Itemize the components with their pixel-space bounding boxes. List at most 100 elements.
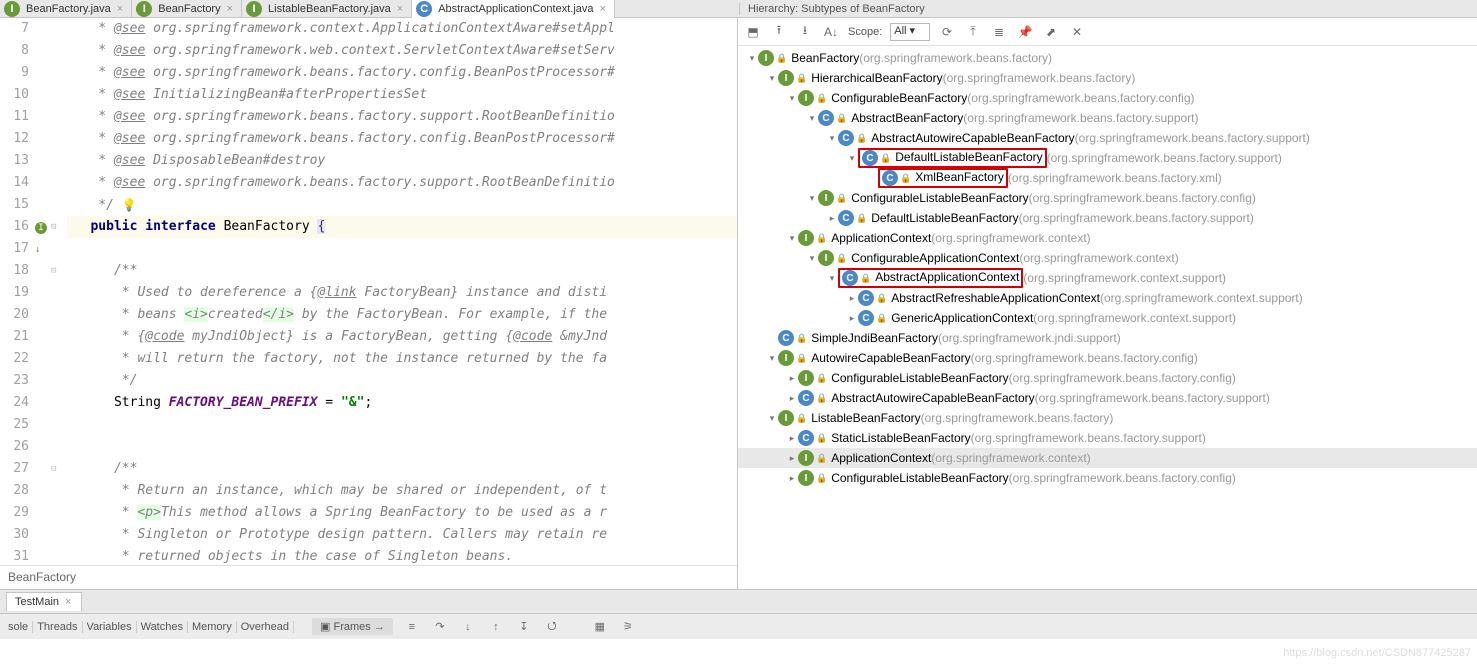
settings-icon[interactable]: ⚞ bbox=[619, 618, 637, 636]
bottom-tab-testmain[interactable]: TestMain× bbox=[6, 592, 82, 611]
tree-twisty-icon[interactable]: ▾ bbox=[786, 93, 798, 104]
tree-twisty-icon[interactable]: ▾ bbox=[766, 73, 778, 84]
tree-twisty-icon[interactable]: ▸ bbox=[786, 453, 798, 464]
editor-tab[interactable]: IListableBeanFactory.java× bbox=[242, 0, 412, 18]
tree-node[interactable]: ▾C🔒AbstractApplicationContext (org.sprin… bbox=[738, 268, 1477, 288]
tree-node[interactable]: ▸I🔒ConfigurableListableBeanFactory (org.… bbox=[738, 468, 1477, 488]
tree-twisty-icon[interactable]: ▾ bbox=[826, 133, 838, 144]
run-to-cursor-icon[interactable]: ↧ bbox=[515, 618, 533, 636]
editor-tab[interactable]: CAbstractApplicationContext.java× bbox=[412, 0, 615, 18]
autoscroll-icon[interactable]: ⤒ bbox=[964, 23, 982, 41]
interface-icon: I bbox=[758, 50, 774, 66]
interface-icon: I bbox=[778, 350, 794, 366]
tree-node[interactable]: C🔒SimpleJndiBeanFactory (org.springframe… bbox=[738, 328, 1477, 348]
external-icon[interactable]: ⬈ bbox=[1042, 23, 1060, 41]
interface-icon: I bbox=[798, 470, 814, 486]
lock-icon: 🔒 bbox=[796, 333, 807, 344]
step-out-icon[interactable]: ↑ bbox=[487, 618, 505, 636]
tree-twisty-icon[interactable]: ▾ bbox=[806, 193, 818, 204]
hierarchy-supertypes-icon[interactable]: ⭱ bbox=[770, 23, 788, 41]
hierarchy-tree[interactable]: ▾I🔒BeanFactory (org.springframework.bean… bbox=[738, 46, 1477, 589]
code-editor[interactable]: 7891011121314151617181920212223242526272… bbox=[0, 18, 737, 565]
intention-bulb-icon[interactable]: 💡 bbox=[122, 198, 137, 212]
editor-tab[interactable]: IBeanFactory× bbox=[132, 0, 242, 18]
tree-twisty-icon[interactable]: ▾ bbox=[846, 153, 858, 164]
close-icon[interactable]: × bbox=[225, 3, 235, 15]
pin-icon[interactable]: 📌 bbox=[1016, 23, 1034, 41]
close-icon[interactable]: ✕ bbox=[1068, 23, 1086, 41]
class-icon: C bbox=[842, 270, 858, 286]
lock-icon: 🔒 bbox=[816, 433, 827, 444]
tree-node[interactable]: ▾I🔒ListableBeanFactory (org.springframew… bbox=[738, 408, 1477, 428]
close-icon[interactable]: × bbox=[395, 3, 405, 15]
lock-icon: 🔒 bbox=[796, 353, 807, 364]
debug-filter-icon[interactable]: ≡ bbox=[403, 618, 421, 636]
debug-subtab[interactable]: Overhead bbox=[237, 621, 294, 633]
tree-node[interactable]: ▾I🔒HierarchicalBeanFactory (org.springfr… bbox=[738, 68, 1477, 88]
scope-select[interactable]: All ▾ bbox=[890, 23, 930, 41]
tree-twisty-icon[interactable]: ▸ bbox=[846, 293, 858, 304]
debug-subtab[interactable]: Memory bbox=[188, 621, 237, 633]
tree-node[interactable]: ▸I🔒ApplicationContext (org.springframewo… bbox=[738, 448, 1477, 468]
refresh-icon[interactable]: ⟳ bbox=[938, 23, 956, 41]
tree-twisty-icon[interactable]: ▸ bbox=[786, 393, 798, 404]
tree-node[interactable]: ▸C🔒StaticListableBeanFactory (org.spring… bbox=[738, 428, 1477, 448]
tree-twisty-icon[interactable]: ▸ bbox=[786, 373, 798, 384]
tree-twisty-icon[interactable]: ▸ bbox=[846, 313, 858, 324]
class-icon: C bbox=[882, 170, 898, 186]
lock-icon: 🔒 bbox=[776, 53, 787, 64]
lock-icon: 🔒 bbox=[796, 73, 807, 84]
debug-controls: ▣ Frames → ≡ ↷ ↓ ↑ ↧ ⭯ ▦ ⚞ bbox=[306, 618, 643, 636]
tree-twisty-icon[interactable]: ▾ bbox=[746, 53, 758, 64]
tree-node[interactable]: ▸C🔒DefaultListableBeanFactory (org.sprin… bbox=[738, 208, 1477, 228]
tree-twisty-icon[interactable]: ▾ bbox=[786, 233, 798, 244]
tree-twisty-icon[interactable]: ▸ bbox=[826, 213, 838, 224]
tree-node[interactable]: ▸I🔒ConfigurableListableBeanFactory (org.… bbox=[738, 368, 1477, 388]
hierarchy-class-icon[interactable]: ⬒ bbox=[744, 23, 762, 41]
code-editor-pane: 7891011121314151617181920212223242526272… bbox=[0, 18, 738, 589]
tree-node[interactable]: ▾C🔒AbstractAutowireCapableBeanFactory (o… bbox=[738, 128, 1477, 148]
tree-node[interactable]: ▸C🔒AbstractRefreshableApplicationContext… bbox=[738, 288, 1477, 308]
tree-node[interactable]: ▾I🔒BeanFactory (org.springframework.bean… bbox=[738, 48, 1477, 68]
tree-twisty-icon[interactable]: ▾ bbox=[806, 253, 818, 264]
tree-twisty-icon[interactable]: ▾ bbox=[826, 273, 838, 284]
tree-twisty-icon[interactable]: ▸ bbox=[786, 433, 798, 444]
close-icon[interactable]: × bbox=[63, 596, 73, 608]
close-icon[interactable]: × bbox=[598, 3, 608, 15]
debug-subtab[interactable]: Watches bbox=[137, 621, 188, 633]
tree-node[interactable]: ▸C🔒AbstractAutowireCapableBeanFactory (o… bbox=[738, 388, 1477, 408]
tree-node[interactable]: ▾I🔒ConfigurableListableBeanFactory (org.… bbox=[738, 188, 1477, 208]
tree-twisty-icon[interactable]: ▸ bbox=[786, 473, 798, 484]
tree-node[interactable]: ▸C🔒GenericApplicationContext (org.spring… bbox=[738, 308, 1477, 328]
hierarchy-subtypes-icon[interactable]: ⭳ bbox=[796, 23, 814, 41]
close-icon[interactable]: × bbox=[115, 3, 125, 15]
tree-twisty-icon[interactable]: ▾ bbox=[766, 413, 778, 424]
sort-alpha-icon[interactable]: A↓ bbox=[822, 23, 840, 41]
frames-chip[interactable]: ▣ Frames → bbox=[312, 618, 393, 635]
debug-subtab[interactable]: Variables bbox=[83, 621, 137, 633]
tree-node[interactable]: ▾I🔒ConfigurableBeanFactory (org.springfr… bbox=[738, 88, 1477, 108]
tree-twisty-icon[interactable]: ▾ bbox=[766, 353, 778, 364]
class-icon: C bbox=[838, 210, 854, 226]
tree-node[interactable]: C🔒XmlBeanFactory (org.springframework.be… bbox=[738, 168, 1477, 188]
step-into-icon[interactable]: ↓ bbox=[459, 618, 477, 636]
tree-twisty-icon[interactable]: ▾ bbox=[806, 113, 818, 124]
tree-node[interactable]: ▾C🔒AbstractBeanFactory (org.springframew… bbox=[738, 108, 1477, 128]
tree-node[interactable]: ▾I🔒ApplicationContext (org.springframewo… bbox=[738, 228, 1477, 248]
drop-frame-icon[interactable]: ⭯ bbox=[543, 618, 561, 636]
layout-icon[interactable]: ▦ bbox=[591, 618, 609, 636]
debug-subtab[interactable]: sole bbox=[4, 621, 33, 633]
debug-bar: soleThreadsVariablesWatchesMemoryOverhea… bbox=[0, 613, 1477, 639]
tree-node[interactable]: ▾I🔒AutowireCapableBeanFactory (org.sprin… bbox=[738, 348, 1477, 368]
hierarchy-title: Hierarchy: Subtypes of BeanFactory bbox=[739, 3, 1477, 15]
interface-icon: I bbox=[818, 250, 834, 266]
step-over-icon[interactable]: ↷ bbox=[431, 618, 449, 636]
debug-subtab[interactable]: Threads bbox=[33, 621, 82, 633]
class-icon: C bbox=[798, 430, 814, 446]
expand-all-icon[interactable]: ≣ bbox=[990, 23, 1008, 41]
class-icon: C bbox=[858, 310, 874, 326]
editor-tab[interactable]: IBeanFactory.java× bbox=[0, 0, 132, 18]
tree-node[interactable]: ▾C🔒DefaultListableBeanFactory (org.sprin… bbox=[738, 148, 1477, 168]
breadcrumb[interactable]: BeanFactory bbox=[0, 565, 737, 589]
tree-node[interactable]: ▾I🔒ConfigurableApplicationContext (org.s… bbox=[738, 248, 1477, 268]
